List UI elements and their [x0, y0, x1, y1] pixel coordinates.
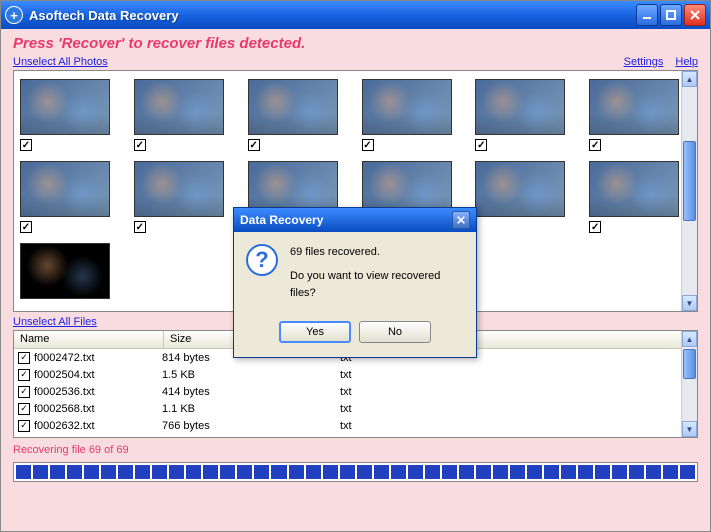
file-ext: txt [340, 403, 693, 415]
file-size: 414 bytes [162, 386, 340, 398]
photo-checkbox[interactable] [20, 139, 32, 151]
file-checkbox[interactable] [18, 369, 30, 381]
file-name: f0002504.txt [34, 369, 162, 381]
photo-checkbox[interactable] [248, 139, 260, 151]
photo-thumbnail-6[interactable] [589, 79, 691, 151]
close-button[interactable] [684, 4, 706, 26]
file-size: 766 bytes [162, 420, 340, 432]
scrollbar-thumb[interactable] [683, 141, 696, 221]
scroll-down-icon[interactable]: ▼ [682, 421, 697, 437]
photo-checkbox[interactable] [362, 139, 374, 151]
titlebar: + Asoftech Data Recovery [1, 1, 710, 29]
dialog-message-1: 69 files recovered. [290, 244, 464, 262]
file-row[interactable]: f0002536.txt 414 bytes txt [14, 383, 697, 400]
photo-thumbnail-1[interactable] [20, 79, 122, 151]
file-ext: txt [340, 420, 693, 432]
scrollbar-thumb[interactable] [683, 349, 696, 379]
file-name: f0002472.txt [34, 352, 162, 364]
photo-checkbox[interactable] [20, 221, 32, 233]
photos-scrollbar[interactable]: ▲ ▼ [681, 71, 697, 311]
window-title: Asoftech Data Recovery [29, 8, 636, 23]
photo-thumbnail-5[interactable] [475, 79, 577, 151]
file-row[interactable]: f0002568.txt 1.1 KB txt [14, 400, 697, 417]
progress-bar [13, 462, 698, 482]
photo-checkbox[interactable] [475, 139, 487, 151]
file-size: 1.5 KB [162, 369, 340, 381]
photo-checkbox[interactable] [589, 221, 601, 233]
minimize-button[interactable] [636, 4, 658, 26]
settings-link[interactable]: Settings [624, 56, 664, 68]
file-checkbox[interactable] [18, 386, 30, 398]
photo-thumbnail-3[interactable] [248, 79, 350, 151]
photo-thumbnail-2[interactable] [134, 79, 236, 151]
status-text: Recovering file 69 of 69 [13, 444, 698, 456]
file-ext: txt [340, 386, 693, 398]
file-name: f0002536.txt [34, 386, 162, 398]
photo-thumbnail-13[interactable] [20, 243, 122, 299]
file-checkbox[interactable] [18, 403, 30, 415]
photo-thumbnail-7[interactable] [20, 161, 122, 233]
instruction-text: Press 'Recover' to recover files detecte… [13, 35, 698, 52]
file-size: 1.1 KB [162, 403, 340, 415]
dialog-close-button[interactable] [452, 211, 470, 229]
recovery-dialog: Data Recovery ? 69 files recovered. Do y… [233, 207, 477, 358]
app-icon: + [5, 6, 23, 24]
file-checkbox[interactable] [18, 420, 30, 432]
photo-checkbox[interactable] [134, 139, 146, 151]
dialog-message-2: Do you want to view recovered files? [290, 268, 464, 303]
photo-checkbox[interactable] [589, 139, 601, 151]
scroll-up-icon[interactable]: ▲ [682, 71, 697, 87]
no-button[interactable]: No [359, 321, 431, 343]
maximize-button[interactable] [660, 4, 682, 26]
column-name[interactable]: Name [14, 331, 164, 348]
file-ext: txt [340, 369, 693, 381]
dialog-titlebar: Data Recovery [234, 208, 476, 232]
unselect-all-files-link[interactable]: Unselect All Files [13, 316, 97, 328]
scroll-down-icon[interactable]: ▼ [682, 295, 697, 311]
yes-button[interactable]: Yes [279, 321, 351, 343]
file-row[interactable]: f0002504.txt 1.5 KB txt [14, 366, 697, 383]
files-scrollbar[interactable]: ▲ ▼ [681, 331, 697, 437]
photo-thumbnail-11[interactable] [475, 161, 577, 233]
file-name: f0002632.txt [34, 420, 162, 432]
photo-thumbnail-4[interactable] [362, 79, 464, 151]
scroll-up-icon[interactable]: ▲ [682, 331, 697, 347]
photo-thumbnail-8[interactable] [134, 161, 236, 233]
question-icon: ? [246, 244, 278, 276]
file-row[interactable]: f0002632.txt 766 bytes txt [14, 417, 697, 434]
file-name: f0002568.txt [34, 403, 162, 415]
help-link[interactable]: Help [675, 56, 698, 68]
dialog-title: Data Recovery [240, 213, 323, 227]
file-checkbox[interactable] [18, 352, 30, 364]
unselect-all-photos-link[interactable]: Unselect All Photos [13, 56, 108, 68]
photo-checkbox[interactable] [134, 221, 146, 233]
photo-thumbnail-12[interactable] [589, 161, 691, 233]
